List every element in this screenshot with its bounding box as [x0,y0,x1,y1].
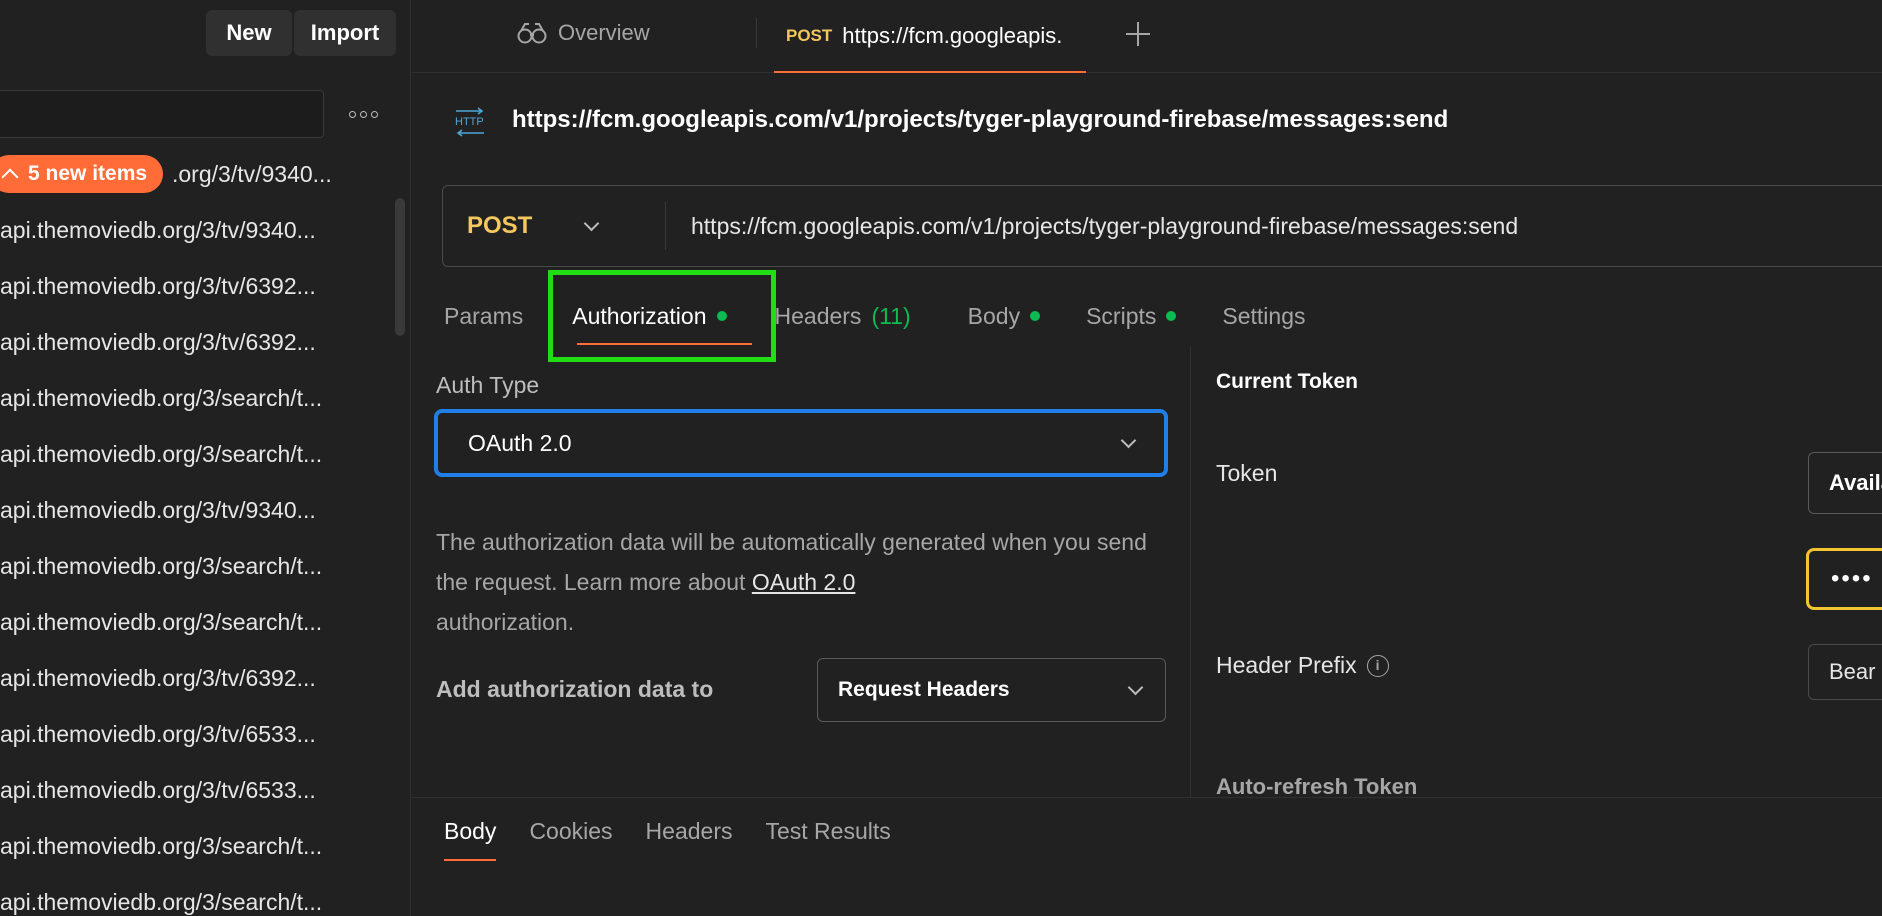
tab-scripts[interactable]: Scripts [1086,302,1177,330]
http-icon: HTTP [455,107,484,137]
tab-response-body[interactable]: Body [444,818,497,861]
header-prefix-text: Header Prefix [1216,652,1357,678]
tab-body-label: Body [967,302,1021,329]
tab-response-headers[interactable]: Headers [646,818,733,861]
list-item[interactable]: api.themoviedb.org/3/tv/6392... [0,258,395,314]
tab-response-cookies[interactable]: Cookies [529,818,612,861]
pane-divider [1190,346,1191,798]
list-item[interactable]: api.themoviedb.org/3/tv/6533... [0,762,395,818]
list-item[interactable]: api.themoviedb.org/3/search/t... [0,370,395,426]
oauth-learn-more-link[interactable]: OAuth 2.0 [752,569,856,595]
list-item[interactable]: api.themoviedb.org/3/tv/6392... [0,650,395,706]
auth-description: The authorization data will be automatic… [436,522,1156,642]
svg-text:HTTP: HTTP [455,116,484,128]
chevron-up-icon [1,168,19,186]
response-pane: Body Cookies Headers Test Results [412,797,1882,916]
token-field[interactable]: •••• [1806,548,1882,610]
tab-authorization-label: Authorization [572,302,707,329]
status-dot-icon [1030,311,1041,321]
current-token-heading: Current Token [1216,370,1358,393]
tab-params-label: Params [444,302,524,329]
add-auth-data-value: Request Headers [838,678,1010,701]
tab-method: POST [786,25,833,45]
new-items-label: 5 new items [28,162,148,185]
status-dot-icon [716,311,727,321]
token-select[interactable]: Availa [1808,452,1882,514]
tab-bar: Overview POST https://fcm.googleapis. [412,0,1882,73]
chevron-down-icon [1120,432,1137,448]
add-auth-data-select[interactable]: Request Headers [817,658,1166,722]
list-item[interactable]: api.themoviedb.org/3/tv/6533... [0,706,395,762]
list-item[interactable]: api.themoviedb.org/3/search/t... [0,594,395,650]
request-title[interactable]: https://fcm.googleapis.com/v1/projects/t… [512,106,1448,134]
tab-settings[interactable]: Settings [1222,303,1305,330]
tab-response-test-results[interactable]: Test Results [765,818,890,861]
tab-body[interactable]: Body [967,302,1041,330]
tab-params[interactable]: Params [444,303,523,330]
auth-type-select[interactable]: OAuth 2.0 [434,409,1168,477]
url-bar: POST https://fcm.googleapis.com/v1/proje… [442,185,1882,267]
tab-url: https://fcm.googleapis. [842,22,1063,48]
auth-type-value: OAuth 2.0 [468,429,572,456]
list-item[interactable]: api.themoviedb.org/3/search/t... [0,538,395,594]
more-options-icon[interactable] [346,102,380,126]
new-button[interactable]: New [206,10,292,56]
sidebar: New Import .org/3/tv/9340... api.themovi… [0,0,411,916]
auth-type-label: Auth Type [436,372,540,398]
headers-count-badge: (11) [871,302,911,329]
chevron-down-icon [584,215,600,231]
auth-description-tail: authorization. [436,609,575,635]
tab-active-request[interactable]: POST https://fcm.googleapis. [774,0,1086,73]
tab-headers[interactable]: Headers (11) [775,303,911,330]
tab-authorization[interactable]: Authorization [572,302,727,330]
chevron-down-icon [1127,679,1144,695]
tab-overview[interactable]: Overview [516,18,650,48]
tab-scripts-label: Scripts [1086,302,1157,329]
tab-settings-label: Settings [1222,302,1306,329]
sidebar-scrollbar[interactable] [395,198,405,336]
method-label: POST [467,212,533,239]
response-tabs: Body Cookies Headers Test Results [444,818,891,861]
list-item[interactable]: api.themoviedb.org/3/search/t... [0,426,395,482]
url-input[interactable]: https://fcm.googleapis.com/v1/projects/t… [691,186,1518,266]
sidebar-search-input[interactable] [0,90,324,138]
list-item[interactable]: api.themoviedb.org/3/search/t... [0,818,395,874]
active-tab-underline [577,343,752,345]
new-tab-plus-icon[interactable] [1124,20,1152,48]
import-button[interactable]: Import [294,10,396,56]
list-item[interactable]: api.themoviedb.org/3/tv/9340... [0,482,395,538]
header-prefix-input[interactable]: Bear [1808,644,1882,700]
url-divider [665,202,666,250]
tab-divider [756,18,757,48]
list-item[interactable]: api.themoviedb.org/3/tv/6392... [0,314,395,370]
list-item[interactable]: api.themoviedb.org/3/tv/9340... [0,202,395,258]
add-auth-data-label: Add authorization data to [436,676,714,702]
info-icon[interactable]: i [1366,654,1389,677]
request-subtabs: Params Authorization Headers (11) Body S… [444,296,1305,336]
overview-icon [517,23,547,44]
history-list: .org/3/tv/9340... api.themoviedb.org/3/t… [0,146,395,916]
header-prefix-label: Header Prefix i [1216,652,1389,679]
tab-overview-label: Overview [558,20,650,45]
tab-headers-label: Headers [774,302,862,329]
token-label: Token [1216,460,1278,486]
method-select[interactable]: POST [467,186,600,266]
new-items-badge[interactable]: 5 new items [0,155,164,193]
status-dot-icon [1166,311,1177,321]
list-item[interactable]: api.themoviedb.org/3/search/t... [0,874,395,916]
